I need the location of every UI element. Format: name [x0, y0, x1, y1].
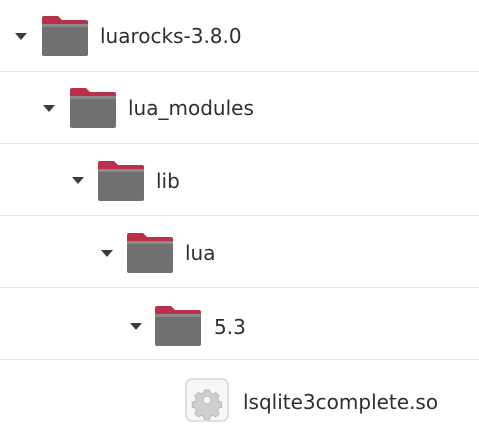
folder-icon	[70, 88, 116, 128]
folder-icon	[42, 16, 88, 56]
file-tree: luarocks-3.8.0 lua_modules lib lua 5.3 l…	[0, 0, 479, 430]
expander-down-icon[interactable]	[72, 177, 84, 184]
tree-row-lua-modules[interactable]: lua_modules	[0, 72, 479, 144]
tree-row-5-3[interactable]: 5.3	[0, 288, 479, 360]
shared-library-icon	[185, 378, 229, 422]
tree-item-label: luarocks-3.8.0	[100, 24, 242, 48]
folder-icon	[98, 161, 144, 201]
tree-row-lua[interactable]: lua	[0, 216, 479, 288]
tree-item-label: 5.3	[214, 315, 246, 339]
tree-item-label: lsqlite3complete.so	[243, 390, 439, 414]
tree-row-luarocks[interactable]: luarocks-3.8.0	[0, 0, 479, 72]
tree-item-label: lua_modules	[128, 96, 254, 120]
folder-icon	[155, 306, 201, 346]
folder-icon	[127, 233, 173, 273]
tree-item-label: lua	[185, 241, 216, 265]
expander-down-icon[interactable]	[43, 105, 55, 112]
tree-item-label: lib	[156, 169, 180, 193]
expander-down-icon[interactable]	[130, 323, 142, 330]
expander-down-icon[interactable]	[101, 250, 113, 257]
tree-row-lsqlite3complete[interactable]: lsqlite3complete.so	[0, 360, 479, 430]
tree-row-lib[interactable]: lib	[0, 144, 479, 216]
expander-down-icon[interactable]	[15, 33, 27, 40]
